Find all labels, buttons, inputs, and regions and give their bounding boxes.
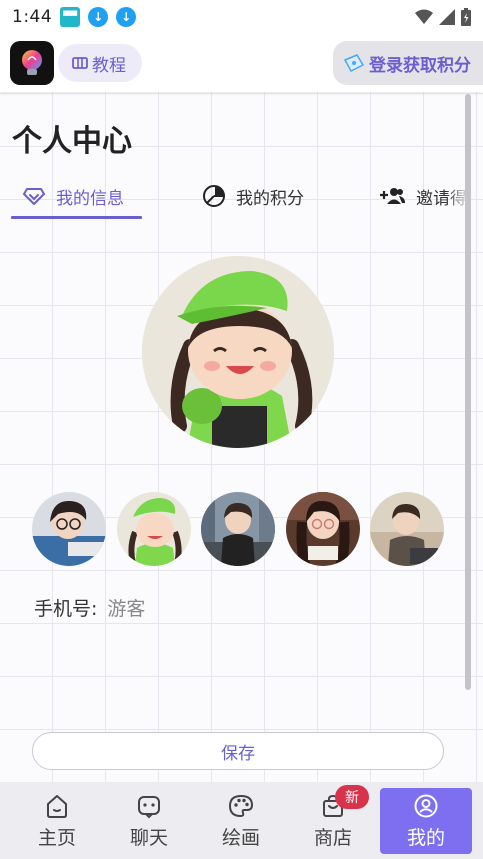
avatar-girl-green-image: [142, 256, 334, 448]
avatar-boy-sofa-image: [370, 492, 444, 566]
avatar-girl-laptop-image: [32, 492, 106, 566]
palette-icon: [228, 794, 254, 817]
nav-home[interactable]: 主页: [11, 788, 103, 854]
phone-row: 手机号: 游客: [34, 594, 145, 621]
avatar-girl-reading-image: [286, 492, 360, 566]
phone-value: 游客: [107, 598, 146, 620]
current-avatar[interactable]: [142, 256, 334, 448]
diamond-icon: [23, 188, 45, 205]
nav-label: 商店: [313, 826, 352, 849]
app-logo[interactable]: [10, 41, 54, 85]
tab-my-points[interactable]: 我的积分: [202, 172, 304, 220]
save-button[interactable]: 保存: [32, 732, 444, 770]
cellular-signal-icon: [439, 9, 455, 25]
lightbulb-icon: [22, 50, 42, 75]
tab-my-info[interactable]: 我的信息: [22, 172, 124, 220]
top-header: 教程 登录获取积分: [0, 34, 483, 92]
wifi-icon: [415, 9, 433, 24]
page-title: 个人中心: [12, 124, 132, 159]
status-bar: 1:44 ▀▀ ↓ ↓: [0, 0, 483, 34]
nav-mine[interactable]: 我的: [380, 788, 472, 854]
tutorial-label: 教程: [92, 55, 126, 76]
login-points-button[interactable]: 登录获取积分: [333, 41, 483, 85]
save-label: 保存: [221, 743, 255, 764]
nav-label: 绘画: [221, 826, 260, 849]
download-icon: ↓: [116, 7, 137, 27]
ticket-icon: [343, 54, 365, 72]
app-notification-icon: ▀▀: [60, 7, 81, 27]
chat-icon: [138, 795, 160, 818]
tutorial-button[interactable]: 教程: [58, 44, 142, 82]
active-tab-indicator: [11, 216, 142, 219]
nav-label: 我的: [406, 826, 445, 849]
avatar-option-boy-city[interactable]: [201, 492, 275, 566]
phone-label: 手机号:: [34, 598, 98, 620]
nav-store[interactable]: 商店 新: [287, 785, 379, 854]
avatar-option-girl-reading[interactable]: [286, 492, 360, 566]
add-user-icon: [380, 188, 405, 204]
battery-icon: [461, 8, 471, 26]
avatar-girl-green-image: [117, 492, 191, 566]
new-badge: 新: [335, 785, 369, 809]
download-icon: ↓: [88, 7, 109, 27]
status-time: 1:44: [12, 7, 53, 27]
nav-label: 聊天: [129, 826, 168, 849]
profile-tabs: 我的信息 我的积分 邀请得: [0, 172, 470, 222]
book-icon: [72, 57, 88, 69]
avatar-option-boy-sofa[interactable]: [370, 492, 444, 566]
login-label: 登录获取积分: [369, 55, 471, 76]
avatar-option-girl-green[interactable]: [117, 492, 191, 566]
avatar-boy-city-image: [201, 492, 275, 566]
nav-label: 主页: [37, 826, 76, 849]
pie-chart-icon: [203, 185, 225, 207]
user-icon: [414, 794, 438, 817]
scrollbar[interactable]: [465, 94, 471, 690]
bottom-navigation: 主页 聊天 绘画 商店 新 我的: [0, 782, 483, 859]
avatar-option-girl-laptop[interactable]: [32, 492, 106, 566]
nav-draw[interactable]: 绘画: [195, 788, 287, 854]
tab-label: 我的积分: [236, 188, 304, 209]
nav-chat[interactable]: 聊天: [103, 788, 195, 854]
profile-content: 个人中心 我的信息 我的积分 邀请得 手机号: 游客 保存: [0, 92, 483, 782]
tab-label: 我的信息: [56, 188, 124, 209]
home-icon: [47, 794, 67, 818]
